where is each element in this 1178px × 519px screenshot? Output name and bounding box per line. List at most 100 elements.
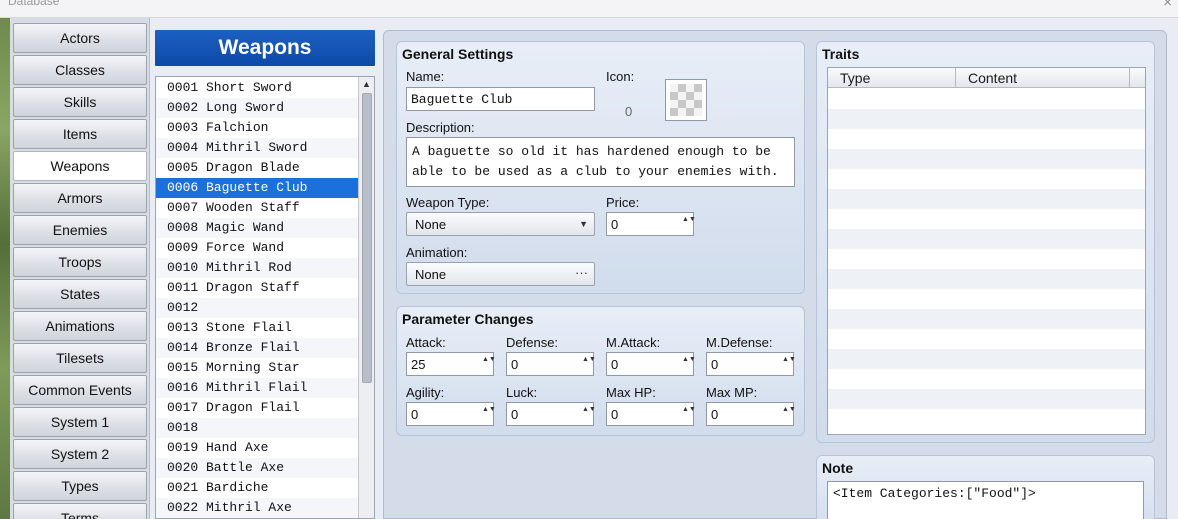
agility-label: Agility:: [406, 385, 445, 400]
table-row[interactable]: [828, 149, 1145, 169]
category-system-1[interactable]: System 1: [13, 407, 147, 437]
category-enemies[interactable]: Enemies: [13, 215, 147, 245]
name-label: Name:: [406, 69, 445, 84]
list-item[interactable]: 0020 Battle Axe: [156, 458, 360, 478]
list-item[interactable]: 0005 Dragon Blade: [156, 158, 360, 178]
table-row[interactable]: [828, 229, 1145, 249]
animation-picker[interactable]: None ···: [406, 262, 595, 286]
list-item[interactable]: 0010 Mithril Rod: [156, 258, 360, 278]
spin-arrows-icon[interactable]: ▲▼: [582, 405, 596, 423]
list-item[interactable]: 0016 Mithril Flail: [156, 378, 360, 398]
list-item[interactable]: 0008 Magic Wand: [156, 218, 360, 238]
list-item[interactable]: 0009 Force Wand: [156, 238, 360, 258]
list-item[interactable]: 0014 Bronze Flail: [156, 338, 360, 358]
table-row[interactable]: [828, 169, 1145, 189]
defense-stepper[interactable]: 0 ▲▼: [506, 352, 596, 376]
weapon-type-label: Weapon Type:: [406, 195, 490, 210]
category-common-events[interactable]: Common Events: [13, 375, 147, 405]
table-row[interactable]: [828, 329, 1145, 349]
category-terms[interactable]: Terms: [13, 503, 147, 519]
table-row[interactable]: [828, 269, 1145, 289]
category-troops[interactable]: Troops: [13, 247, 147, 277]
spin-arrows-icon[interactable]: ▲▼: [682, 405, 696, 423]
category-weapons[interactable]: Weapons: [13, 151, 147, 181]
table-row[interactable]: [828, 389, 1145, 409]
m-attack-stepper[interactable]: 0 ▲▼: [606, 352, 696, 376]
max-hp-label: Max HP:: [606, 385, 656, 400]
table-row[interactable]: [828, 109, 1145, 129]
category-armors[interactable]: Armors: [13, 183, 147, 213]
icon-index: 0: [625, 104, 633, 119]
category-items[interactable]: Items: [13, 119, 147, 149]
spin-arrows-icon[interactable]: ▲▼: [482, 355, 496, 373]
list-scrollbar[interactable]: ▲: [358, 77, 374, 518]
background-map-strip: [0, 18, 10, 519]
spin-arrows-icon[interactable]: ▲▼: [782, 355, 796, 373]
table-row[interactable]: [828, 289, 1145, 309]
spin-arrows-icon[interactable]: ▲▼: [682, 215, 696, 233]
list-item[interactable]: 0011 Dragon Staff: [156, 278, 360, 298]
general-settings-title: General Settings: [402, 46, 514, 62]
list-item[interactable]: 0017 Dragon Flail: [156, 398, 360, 418]
parameter-changes-group: Parameter Changes Attack: 25 ▲▼ Defense:…: [396, 306, 805, 436]
name-field[interactable]: Baguette Club: [406, 87, 595, 111]
scroll-thumb[interactable]: [362, 93, 372, 383]
category-animations[interactable]: Animations: [13, 311, 147, 341]
traits-table[interactable]: Type Content: [827, 67, 1146, 435]
category-actors[interactable]: Actors: [13, 23, 147, 53]
list-item[interactable]: 0004 Mithril Sword: [156, 138, 360, 158]
spin-arrows-icon[interactable]: ▲▼: [782, 405, 796, 423]
max-hp-stepper[interactable]: 0 ▲▼: [606, 402, 696, 426]
editor-pane: General Settings Name: Baguette Club Ico…: [383, 30, 1167, 519]
attack-stepper[interactable]: 25 ▲▼: [406, 352, 496, 376]
m-defense-stepper[interactable]: 0 ▲▼: [706, 352, 796, 376]
list-item[interactable]: 0022 Mithril Axe: [156, 498, 360, 518]
icon-picker[interactable]: [665, 79, 707, 121]
table-row[interactable]: [828, 409, 1145, 429]
category-states[interactable]: States: [13, 279, 147, 309]
max-mp-label: Max MP:: [706, 385, 758, 400]
category-classes[interactable]: Classes: [13, 55, 147, 85]
table-row[interactable]: [828, 189, 1145, 209]
note-field[interactable]: <Item Categories:["Food"]>: [827, 481, 1144, 519]
max-mp-stepper[interactable]: 0 ▲▼: [706, 402, 796, 426]
table-row[interactable]: [828, 209, 1145, 229]
spin-arrows-icon[interactable]: ▲▼: [482, 405, 496, 423]
list-item[interactable]: 0019 Hand Axe: [156, 438, 360, 458]
list-item-selected[interactable]: 0006 Baguette Club: [156, 178, 360, 198]
table-row[interactable]: [828, 249, 1145, 269]
m-defense-value: 0: [711, 356, 719, 372]
traits-col-type[interactable]: Type: [828, 68, 956, 88]
scroll-up-icon[interactable]: ▲: [361, 79, 372, 90]
weapon-type-select[interactable]: None ▼: [406, 212, 595, 236]
table-row[interactable]: [828, 309, 1145, 329]
spin-arrows-icon[interactable]: ▲▼: [682, 355, 696, 373]
luck-stepper[interactable]: 0 ▲▼: [506, 402, 596, 426]
price-stepper[interactable]: 0 ▲▼: [606, 212, 696, 236]
empty-icon: [670, 84, 702, 116]
table-row[interactable]: [828, 129, 1145, 149]
list-item[interactable]: 0012: [156, 298, 360, 318]
category-skills[interactable]: Skills: [13, 87, 147, 117]
m-attack-value: 0: [611, 356, 619, 372]
list-item[interactable]: 0015 Morning Star: [156, 358, 360, 378]
list-item[interactable]: 0002 Long Sword: [156, 98, 360, 118]
traits-col-content[interactable]: Content: [956, 68, 1130, 88]
table-row[interactable]: [828, 369, 1145, 389]
agility-stepper[interactable]: 0 ▲▼: [406, 402, 496, 426]
close-icon[interactable]: ×: [1163, 0, 1172, 11]
table-row[interactable]: [828, 89, 1145, 109]
description-field[interactable]: A baguette so old it has hardened enough…: [406, 137, 795, 187]
spin-arrows-icon[interactable]: ▲▼: [582, 355, 596, 373]
m-defense-label: M.Defense:: [706, 335, 773, 350]
list-item[interactable]: 0018: [156, 418, 360, 438]
list-item[interactable]: 0007 Wooden Staff: [156, 198, 360, 218]
category-types[interactable]: Types: [13, 471, 147, 501]
category-tilesets[interactable]: Tilesets: [13, 343, 147, 373]
list-item[interactable]: 0003 Falchion: [156, 118, 360, 138]
list-item[interactable]: 0001 Short Sword: [156, 78, 360, 98]
list-item[interactable]: 0021 Bardiche: [156, 478, 360, 498]
category-system-2[interactable]: System 2: [13, 439, 147, 469]
table-row[interactable]: [828, 349, 1145, 369]
list-item[interactable]: 0013 Stone Flail: [156, 318, 360, 338]
